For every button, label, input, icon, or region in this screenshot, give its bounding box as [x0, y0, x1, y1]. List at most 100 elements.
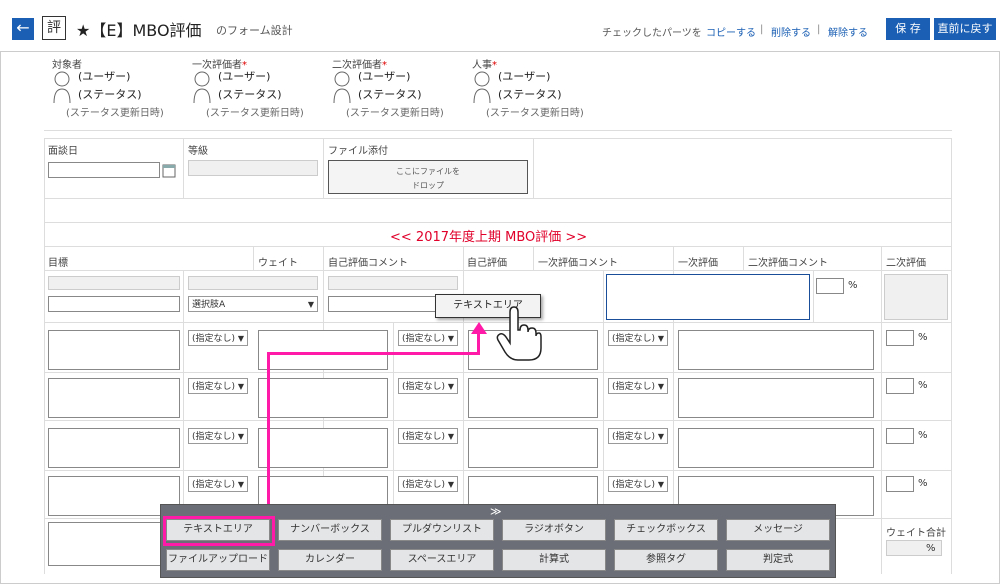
grade-label: 等級: [188, 146, 208, 157]
palette-part-button[interactable]: チェックボックス: [614, 519, 718, 541]
grid-line: [44, 246, 952, 247]
weight-select[interactable]: (指定なし) ▼: [188, 330, 248, 346]
self-comment-textarea[interactable]: [258, 330, 388, 370]
col-header-second-comment: 二次評価コメント: [748, 258, 828, 269]
goal-textarea[interactable]: [48, 428, 180, 468]
goal-textarea[interactable]: [48, 378, 180, 418]
status-updated: (ステータス更新日時): [486, 108, 584, 119]
placeholder-field: [188, 276, 318, 290]
user-text: (ユーザー): [498, 70, 551, 83]
first-eval-select[interactable]: (指定なし) ▼: [608, 378, 668, 394]
grid-line: [743, 246, 744, 270]
separator: |: [760, 24, 764, 35]
second-comment-textarea[interactable]: [678, 378, 874, 418]
select-value: (指定なし): [612, 480, 656, 490]
first-eval-select[interactable]: (指定なし) ▼: [608, 428, 668, 444]
separator: |: [817, 24, 821, 35]
palette-part-button[interactable]: プルダウンリスト: [390, 519, 494, 541]
first-eval-select[interactable]: (指定なし) ▼: [608, 476, 668, 492]
palette-part-button[interactable]: カレンダー: [278, 549, 382, 571]
person-icon: [53, 71, 71, 104]
percent-input[interactable]: [886, 330, 914, 346]
checked-parts-hint: チェックしたパーツを: [602, 28, 702, 39]
chevron-down-icon: ▼: [447, 382, 454, 391]
percent-label: %: [918, 430, 928, 441]
palette-part-button[interactable]: メッセージ: [726, 519, 830, 541]
collapse-chevron-icon[interactable]: ≫: [490, 505, 502, 518]
percent-input[interactable]: [886, 378, 914, 394]
percent-input[interactable]: [886, 476, 914, 492]
user-text: (ユーザー): [358, 70, 411, 83]
col-header-self-eval: 自己評価: [467, 258, 507, 269]
chevron-down-icon: ▼: [237, 382, 244, 391]
revert-button[interactable]: 直前に戻す: [934, 18, 996, 40]
grid-line: [44, 270, 952, 271]
goal-textarea[interactable]: [48, 330, 180, 370]
col-header-weight: ウェイト: [258, 258, 298, 269]
select-value: (指定なし): [402, 432, 446, 442]
status-updated: (ステータス更新日時): [206, 108, 304, 119]
select-value: (指定なし): [402, 334, 446, 344]
weight-select[interactable]: (指定なし) ▼: [188, 428, 248, 444]
weight-select[interactable]: (指定なし) ▼: [188, 476, 248, 492]
grid-line: [323, 138, 324, 198]
first-comment-textarea[interactable]: [468, 428, 598, 468]
copy-link[interactable]: コピーする: [706, 24, 756, 39]
percent-input[interactable]: [816, 278, 844, 294]
self-comment-textarea[interactable]: [258, 378, 388, 418]
delete-link[interactable]: 削除する: [771, 24, 811, 39]
self-eval-select[interactable]: (指定なし) ▼: [398, 378, 458, 394]
evaluator-first: 一次評価者* (ユーザー) (ステータス) (ステータス更新日時): [192, 56, 322, 122]
placeholder-field: [48, 276, 180, 290]
release-link[interactable]: 解除する: [828, 24, 868, 39]
chevron-down-icon: ▼: [237, 480, 244, 489]
grid-line: [183, 138, 184, 198]
file-drop-zone[interactable]: ここにファイルを ドロップ: [328, 160, 528, 194]
col-header-first-comment: 一次評価コメント: [538, 258, 618, 269]
select-value: (指定なし): [192, 480, 236, 490]
col-header-first-eval: 一次評価: [678, 258, 718, 269]
select-value: (指定なし): [402, 382, 446, 392]
grid-line: [951, 138, 952, 574]
grade-field: [188, 160, 318, 176]
goal-input[interactable]: [48, 296, 180, 312]
self-eval-select[interactable]: (指定なし) ▼: [398, 330, 458, 346]
grid-line: [44, 470, 952, 471]
percent-label: %: [918, 478, 928, 489]
save-button[interactable]: 保 存: [886, 18, 930, 40]
palette-part-button[interactable]: ラジオボタン: [502, 519, 606, 541]
chevron-down-icon: ▼: [657, 382, 664, 391]
status-updated: (ステータス更新日時): [66, 108, 164, 119]
grid-line: [881, 246, 882, 574]
grid-line: [603, 270, 604, 518]
status-updated: (ステータス更新日時): [346, 108, 444, 119]
user-text: (ユーザー): [78, 70, 131, 83]
interview-date-input[interactable]: [48, 162, 160, 178]
palette-part-button[interactable]: 計算式: [502, 549, 606, 571]
palette-part-button[interactable]: 参照タグ: [614, 549, 718, 571]
grid-line: [44, 420, 952, 421]
grid-line: [44, 198, 952, 199]
grid-line: [183, 270, 184, 518]
placeholder-field: [328, 276, 458, 290]
palette-part-button[interactable]: ファイルアップロード: [166, 549, 270, 571]
palette-part-button[interactable]: ナンバーボックス: [278, 519, 382, 541]
palette-part-button[interactable]: スペースエリア: [390, 549, 494, 571]
placeholder-field: [884, 274, 948, 320]
percent-input[interactable]: [886, 428, 914, 444]
select-value: (指定なし): [612, 432, 656, 442]
first-eval-select[interactable]: (指定なし) ▼: [608, 330, 668, 346]
self-eval-select[interactable]: (指定なし) ▼: [398, 428, 458, 444]
grid-line: [44, 130, 952, 131]
self-eval-select[interactable]: (指定なし) ▼: [398, 476, 458, 492]
calendar-icon[interactable]: [162, 162, 176, 178]
first-comment-textarea[interactable]: [606, 274, 810, 320]
palette-part-button[interactable]: 判定式: [726, 549, 830, 571]
weight-select[interactable]: (指定なし) ▼: [188, 378, 248, 394]
weight-select[interactable]: 選択肢A ▼: [188, 296, 318, 312]
second-comment-textarea[interactable]: [678, 330, 874, 370]
back-button[interactable]: ←: [12, 18, 34, 40]
first-comment-textarea[interactable]: [468, 378, 598, 418]
second-comment-textarea[interactable]: [678, 428, 874, 468]
self-comment-textarea[interactable]: [258, 428, 388, 468]
